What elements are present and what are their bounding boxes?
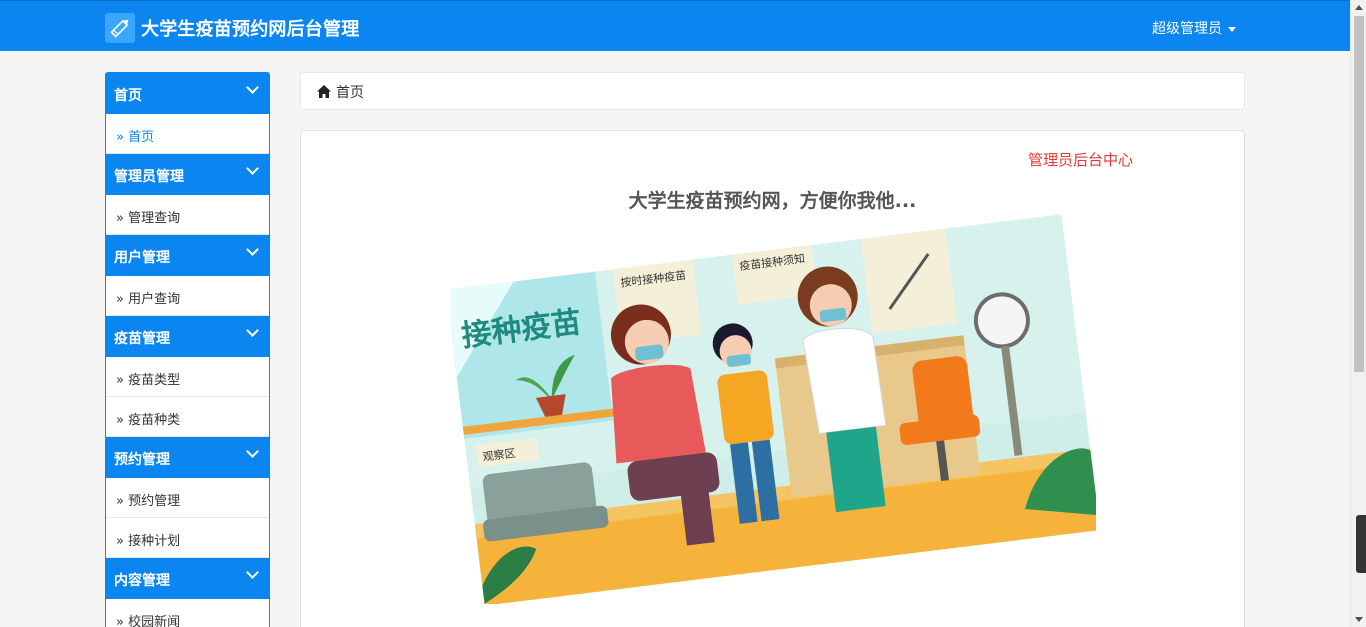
breadcrumb-home-link[interactable]: 首页 bbox=[336, 85, 364, 101]
sidebar-group-home[interactable]: 首页 bbox=[106, 73, 269, 114]
double-chevron-icon: » bbox=[116, 292, 124, 307]
chevron-down-icon bbox=[246, 566, 259, 579]
sidebar-group-vaccines[interactable]: 疫苗管理 bbox=[106, 316, 269, 357]
sidebar-item-vaccination-plan[interactable]: » 接种计划 bbox=[106, 518, 269, 558]
chevron-down-icon bbox=[246, 243, 259, 256]
scroll-up-arrow-icon[interactable] bbox=[1355, 5, 1363, 10]
double-chevron-icon: » bbox=[116, 413, 124, 428]
sidebar-group-label: 用户管理 bbox=[114, 250, 170, 266]
sidebar-item-label: 预约管理 bbox=[128, 494, 181, 509]
breadcrumb: 首页 bbox=[300, 72, 1245, 110]
sidebar-group-label: 首页 bbox=[114, 88, 142, 104]
sidebar-group-label: 预约管理 bbox=[114, 452, 170, 468]
home-icon[interactable] bbox=[316, 84, 332, 103]
sidebar-item-label: 接种计划 bbox=[128, 534, 181, 549]
floating-side-widget[interactable] bbox=[1356, 515, 1366, 573]
scrollbar-thumb[interactable] bbox=[1354, 16, 1364, 372]
double-chevron-icon: » bbox=[116, 494, 124, 509]
app-title[interactable]: 大学生疫苗预约网后台管理 bbox=[141, 15, 359, 41]
sidebar-item-label: 首页 bbox=[128, 130, 155, 145]
sidebar-item-home[interactable]: » 首页 bbox=[106, 114, 269, 154]
vaccination-illustration: 接种疫苗 按时接种疫苗 疫苗接种须知 观察区 bbox=[446, 209, 1101, 606]
double-chevron-icon: » bbox=[116, 373, 124, 388]
sidebar-group-admins[interactable]: 管理员管理 bbox=[106, 154, 269, 195]
main-panel: 管理员后台中心 大学生疫苗预约网，方便你我他... 接种疫苗 按时接种疫苗 疫苗… bbox=[300, 130, 1245, 627]
sidebar-group-content[interactable]: 内容管理 bbox=[106, 558, 269, 599]
scroll-down-arrow-icon[interactable] bbox=[1355, 617, 1363, 622]
sidebar-item-campus-news[interactable]: » 校园新闻 bbox=[106, 599, 269, 627]
user-menu-label: 超级管理员 bbox=[1152, 21, 1222, 37]
pencil-icon bbox=[105, 13, 135, 43]
sidebar-item-vaccine-types[interactable]: » 疫苗类型 bbox=[106, 357, 269, 397]
sidebar-item-label: 用户查询 bbox=[128, 292, 181, 307]
sidebar-item-admin-query[interactable]: » 管理查询 bbox=[106, 195, 269, 235]
chevron-down-icon bbox=[246, 445, 259, 458]
sidebar-item-label: 校园新闻 bbox=[128, 615, 181, 627]
sidebar-item-label: 疫苗类型 bbox=[128, 373, 181, 388]
admin-center-label: 管理员后台中心 bbox=[1028, 151, 1134, 169]
chevron-down-icon bbox=[246, 162, 259, 175]
sidebar-group-label: 疫苗管理 bbox=[114, 331, 170, 347]
chevron-down-icon bbox=[246, 324, 259, 337]
caret-down-icon bbox=[1228, 26, 1236, 32]
user-menu-dropdown[interactable]: 超级管理员 bbox=[1152, 18, 1236, 38]
double-chevron-icon: » bbox=[116, 211, 124, 226]
sidebar-item-vaccine-kinds[interactable]: » 疫苗种类 bbox=[106, 397, 269, 437]
sidebar-item-user-query[interactable]: » 用户查询 bbox=[106, 276, 269, 316]
top-navbar: 大学生疫苗预约网后台管理 超级管理员 bbox=[0, 0, 1350, 51]
double-chevron-icon: » bbox=[116, 615, 124, 627]
sidebar-group-users[interactable]: 用户管理 bbox=[106, 235, 269, 276]
sidebar: 首页 » 首页 管理员管理 » 管理查询 用户管理 » 用户查询 疫苗管理 » … bbox=[105, 72, 270, 627]
sidebar-group-label: 管理员管理 bbox=[114, 169, 184, 185]
chevron-down-icon bbox=[246, 81, 259, 94]
double-chevron-icon: » bbox=[116, 130, 124, 145]
double-chevron-icon: » bbox=[116, 534, 124, 549]
sidebar-group-appointments[interactable]: 预约管理 bbox=[106, 437, 269, 478]
sidebar-item-appointments[interactable]: » 预约管理 bbox=[106, 478, 269, 518]
sidebar-group-label: 内容管理 bbox=[114, 573, 170, 589]
sidebar-item-label: 管理查询 bbox=[128, 211, 181, 226]
sidebar-item-label: 疫苗种类 bbox=[128, 413, 181, 428]
